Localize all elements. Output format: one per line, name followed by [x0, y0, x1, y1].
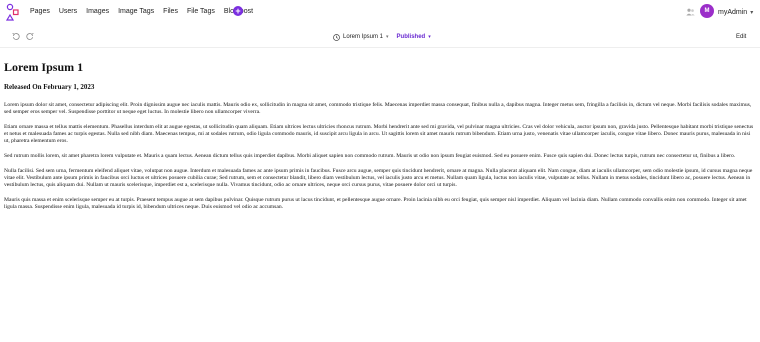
- chevron-down-icon[interactable]: ▾: [428, 33, 431, 41]
- edit-button[interactable]: Edit: [736, 33, 746, 41]
- clock-icon: [333, 33, 340, 41]
- nav-item-pages[interactable]: Pages: [30, 7, 50, 17]
- nav-item-users[interactable]: Users: [59, 7, 77, 17]
- users-icon[interactable]: [686, 8, 695, 16]
- avatar[interactable]: M: [700, 4, 714, 18]
- undo-icon[interactable]: [12, 32, 20, 40]
- account-menu[interactable]: myAdmin ▾: [718, 8, 753, 18]
- nav-item-files[interactable]: Files: [163, 7, 178, 17]
- page-title: Lorem Ipsum 1: [4, 60, 84, 74]
- main-nav: Pages Users Images Image Tags Files File…: [30, 7, 262, 17]
- paragraph: Mauris quis massa et enim scelerisque se…: [4, 196, 747, 211]
- nav-item-image-tags[interactable]: Image Tags: [118, 7, 154, 17]
- account-name: myAdmin: [718, 9, 748, 16]
- paragraph: Nulla facilisi. Sed sem urna, fermentum …: [4, 167, 753, 189]
- document-status-bar: Lorem Ipsum 1 ▾ Published ▾: [333, 33, 431, 41]
- nav-item-file-tags[interactable]: File Tags: [187, 7, 215, 17]
- document-title[interactable]: Lorem Ipsum 1: [343, 33, 383, 41]
- chevron-down-icon: ▾: [750, 10, 754, 16]
- redo-icon[interactable]: [26, 32, 34, 40]
- release-date: Released On February 1, 2023: [4, 83, 95, 91]
- app-logo-icon[interactable]: [6, 3, 20, 21]
- top-navigation-bar: Pages Users Images Image Tags Files File…: [0, 0, 760, 26]
- publish-status[interactable]: Published: [397, 33, 426, 41]
- add-collection-button[interactable]: +: [233, 6, 243, 16]
- page-content: Lorem Ipsum 1 Released On February 1, 20…: [4, 60, 754, 219]
- paragraph: Lorem ipsum dolor sit amet, consectetur …: [4, 102, 752, 116]
- paragraph: Sed rutrum mollis lorem, sit amet pharet…: [4, 153, 736, 160]
- paragraph: Etiam ornare massa et tellus mattis elem…: [4, 123, 754, 145]
- nav-item-images[interactable]: Images: [86, 7, 109, 17]
- chevron-down-icon[interactable]: ▾: [386, 33, 389, 41]
- editor-toolbar: Lorem Ipsum 1 ▾ Published ▾ Edit: [0, 26, 760, 48]
